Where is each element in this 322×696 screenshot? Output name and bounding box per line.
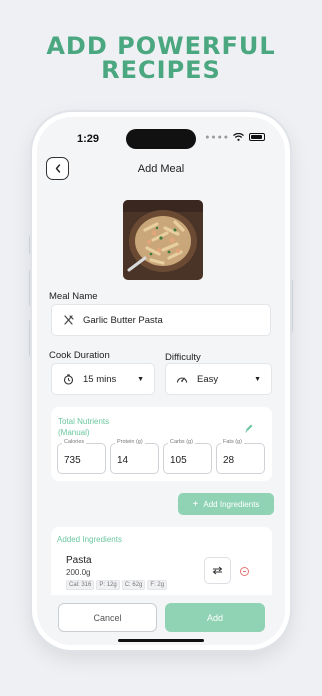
fats-label: Fats (g): [221, 439, 244, 445]
nutrients-title: Total Nutrients (Manual): [58, 416, 109, 438]
add-ingredients-label: Add Ingredients: [203, 499, 260, 509]
status-time: 1:29: [77, 133, 100, 145]
fats-chip: F: 2g: [147, 580, 168, 590]
promo-headline-line1: ADD POWERFUL: [46, 32, 276, 60]
protein-label: Protein (g): [115, 439, 145, 445]
fats-value: 28: [223, 455, 235, 466]
swap-ingredient-button[interactable]: [204, 557, 231, 584]
cancel-button[interactable]: Cancel: [58, 603, 157, 632]
meal-name-value: Garlic Butter Pasta: [83, 314, 163, 326]
dynamic-island: [126, 129, 196, 149]
plus-icon: +: [192, 498, 199, 510]
phone-side-button: [290, 280, 293, 332]
calories-label: Calories: [62, 439, 87, 445]
ingredient-name: Pasta: [66, 555, 92, 566]
difficulty-label: Difficulty: [165, 352, 201, 363]
carbs-chip: C: 62g: [121, 580, 146, 590]
calories-field[interactable]: Calories 735: [57, 439, 106, 474]
nutrients-title-line1: Total Nutrients: [58, 417, 110, 426]
page-title: Add Meal: [137, 163, 185, 175]
carbs-value: 105: [170, 455, 187, 466]
pasta-image: [123, 200, 203, 280]
caret-down-icon: ▼: [254, 375, 261, 383]
add-ingredients-button[interactable]: + Add Ingredients: [178, 493, 274, 515]
utensils-icon: [62, 314, 74, 326]
difficulty-value: Easy: [197, 373, 219, 385]
total-nutrients-card: Total Nutrients (Manual) Calories 735 Pr…: [51, 407, 272, 481]
cook-duration-select[interactable]: 15 mins ▼: [51, 363, 155, 395]
carbs-field[interactable]: Carbs (g) 105: [163, 439, 212, 474]
timer-icon: [62, 373, 74, 385]
calories-value: 735: [64, 455, 81, 466]
cook-duration-value: 15 mins: [83, 373, 117, 385]
swap-icon: [212, 566, 223, 575]
carbs-label: Carbs (g): [168, 439, 195, 445]
signal-icon: ● ● ● ●: [205, 133, 228, 141]
add-button[interactable]: Add: [165, 603, 265, 632]
cook-duration-label: Cook Duration: [49, 350, 110, 361]
status-bar: 1:29 ● ● ● ●: [37, 127, 285, 149]
pencil-icon[interactable]: [244, 420, 254, 438]
gauge-icon: [176, 373, 188, 385]
meal-photo[interactable]: [123, 200, 203, 280]
status-icons: ● ● ● ●: [205, 133, 265, 141]
phone-frame: 1:29 ● ● ● ● Add Meal Meal Name Garlic B…: [32, 112, 290, 650]
caret-down-icon: ▼: [137, 375, 144, 383]
nutrients-title-line2: (Manual): [58, 428, 90, 437]
protein-field[interactable]: Protein (g) 14: [110, 439, 159, 474]
footer-bar: Cancel Add: [37, 595, 285, 645]
fats-field[interactable]: Fats (g) 28: [216, 439, 265, 474]
promo-headline-line2: RECIPES: [101, 56, 221, 84]
protein-chip: P: 12g: [96, 580, 120, 590]
difficulty-select[interactable]: Easy ▼: [165, 363, 272, 395]
battery-icon: [249, 133, 265, 141]
calories-chip: Cal: 316: [66, 580, 95, 590]
wifi-icon: [233, 133, 244, 141]
home-indicator: [118, 639, 204, 642]
ingredient-quantity: 200.0g: [66, 568, 91, 577]
promo-headline: ADD POWERFUL RECIPES: [0, 34, 322, 82]
ingredient-chips: Cal: 316 P: 12g C: 62g F: 2g: [66, 580, 169, 590]
remove-ingredient-icon[interactable]: [240, 567, 249, 576]
meal-name-field[interactable]: Garlic Butter Pasta: [51, 304, 271, 336]
protein-value: 14: [117, 455, 129, 466]
meal-name-label: Meal Name: [49, 291, 98, 302]
